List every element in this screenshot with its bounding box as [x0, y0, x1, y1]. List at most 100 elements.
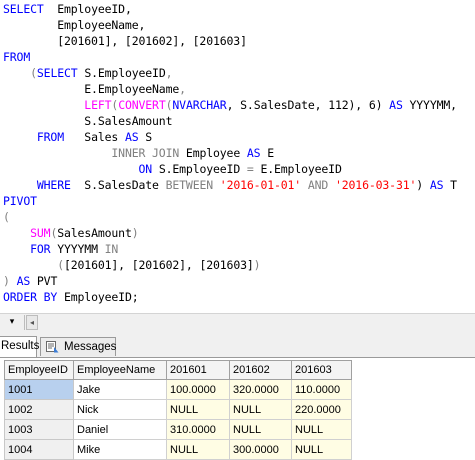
code-token: PIVOT: [3, 194, 37, 208]
sql-query-editor[interactable]: SELECT EmployeeID, EmployeeName, [201601…: [0, 0, 475, 308]
column-header-201603[interactable]: 201603: [291, 360, 352, 380]
code-token: (: [3, 210, 10, 224]
code-token: ,: [165, 66, 173, 80]
scroll-track[interactable]: [40, 316, 473, 329]
code-token: AS: [389, 98, 403, 112]
table-row[interactable]: 1001 Jake 100.0000 320.0000 110.0000: [4, 379, 352, 400]
code-token: S.EmployeeID: [77, 66, 166, 80]
code-token: S.SalesAmount: [3, 114, 173, 128]
code-token: ORDER BY: [3, 290, 58, 304]
code-token: EmployeeID,: [43, 2, 132, 16]
code-token: '2016-03-31': [334, 178, 417, 192]
code-token: ): [416, 178, 430, 192]
code-line[interactable]: [201601], [201602], [201603]: [3, 32, 247, 50]
cell-201603[interactable]: 110.0000: [291, 379, 352, 400]
code-token: YYYYMM: [50, 242, 105, 256]
cell-201603[interactable]: NULL: [291, 419, 352, 440]
cell-employeename[interactable]: Jake: [73, 379, 167, 400]
messages-icon: [46, 341, 59, 353]
code-token: Employee: [179, 146, 247, 160]
code-token: PVT: [30, 274, 58, 288]
code-token: EmployeeID;: [57, 290, 139, 304]
code-token: E.EmployeeID: [253, 162, 342, 176]
code-token: YYYYMM,: [402, 98, 458, 112]
scroll-left-arrow-icon[interactable]: ◂: [26, 315, 38, 330]
cell-201603[interactable]: NULL: [291, 439, 352, 460]
cell-employeeid[interactable]: 1004: [4, 439, 74, 460]
tab-results-label: Results: [1, 340, 40, 352]
table-row[interactable]: 1004 Mike NULL 300.0000 NULL: [4, 439, 352, 460]
cell-employeeid[interactable]: 1002: [4, 399, 74, 420]
code-token: AS: [16, 274, 31, 288]
code-token: ON: [138, 162, 153, 176]
cell-201602[interactable]: NULL: [229, 419, 292, 440]
code-token: SUM: [30, 226, 51, 240]
code-token: FROM: [3, 50, 31, 64]
cell-employeename[interactable]: Nick: [73, 399, 167, 420]
code-token: (: [57, 258, 64, 272]
code-token: IN: [104, 242, 119, 256]
code-token: =: [246, 162, 254, 176]
cell-201603[interactable]: 220.0000: [291, 399, 352, 420]
code-token: NVARCHAR: [172, 98, 227, 112]
code-token: AS: [429, 178, 444, 192]
grid-header-row: EmployeeID EmployeeName 201601 201602 20…: [4, 360, 352, 380]
results-grid-area: EmployeeID EmployeeName 201601 201602 20…: [0, 358, 475, 460]
code-token: FOR: [30, 242, 51, 256]
code-token: SalesAmount: [57, 226, 132, 240]
tab-results[interactable]: Results: [0, 336, 40, 357]
cell-employeeid[interactable]: 1003: [4, 419, 74, 440]
code-token: E.EmployeeName: [3, 82, 180, 96]
cell-employeeid[interactable]: 1001: [4, 379, 74, 400]
code-token: SELECT: [36, 66, 78, 80]
code-token: SELECT: [3, 2, 44, 16]
code-token: ,: [179, 82, 186, 96]
code-token: AND: [307, 178, 329, 192]
cell-201602[interactable]: NULL: [229, 399, 292, 420]
column-header-employeeid[interactable]: EmployeeID: [4, 360, 74, 380]
code-token: EmployeeName,: [3, 18, 146, 32]
zoom-dropdown[interactable]: ▾: [0, 315, 25, 330]
cell-201601[interactable]: 310.0000: [166, 419, 230, 440]
code-token: S.SalesDate: [70, 178, 166, 192]
results-grid[interactable]: EmployeeID EmployeeName 201601 201602 20…: [4, 360, 352, 460]
code-token: AS: [124, 130, 139, 144]
column-header-201602[interactable]: 201602: [229, 360, 292, 380]
results-tab-strip: Results Messages: [0, 331, 475, 358]
results-pane: Results Messages EmployeeID EmployeeName…: [0, 331, 475, 460]
code-token: WHERE: [36, 178, 71, 192]
code-token: LEFT: [84, 98, 112, 112]
cell-201601[interactable]: NULL: [166, 439, 230, 460]
table-row[interactable]: 1003 Daniel 310.0000 NULL NULL: [4, 419, 352, 440]
code-token: T: [443, 178, 457, 192]
tab-messages[interactable]: Messages: [40, 337, 116, 356]
code-token: INNER JOIN: [111, 146, 180, 160]
cell-201602[interactable]: 320.0000: [229, 379, 292, 400]
cell-201601[interactable]: NULL: [166, 399, 230, 420]
tab-messages-label: Messages: [64, 341, 117, 353]
code-line[interactable]: WHERE S.SalesDate BETWEEN '2016-01-01' A…: [3, 176, 457, 194]
column-header-employeename[interactable]: EmployeeName: [73, 360, 167, 380]
code-token: ): [253, 258, 261, 272]
table-row[interactable]: 1002 Nick NULL NULL 220.0000: [4, 399, 352, 420]
code-token: AS: [246, 146, 261, 160]
code-token: BETWEEN: [165, 178, 214, 192]
code-token: [201601], [201602], [201603]: [3, 34, 247, 48]
code-line[interactable]: ORDER BY EmployeeID;: [3, 288, 139, 306]
cell-employeename[interactable]: Mike: [73, 439, 167, 460]
editor-horizontal-scrollbar[interactable]: ▾ ◂: [0, 313, 475, 331]
cell-employeename[interactable]: Daniel: [73, 419, 167, 440]
code-token: CONVERT: [118, 98, 166, 112]
cell-201602[interactable]: 300.0000: [229, 439, 292, 460]
code-token: E: [260, 146, 275, 160]
column-header-201601[interactable]: 201601: [166, 360, 230, 380]
cell-201601[interactable]: 100.0000: [166, 379, 230, 400]
